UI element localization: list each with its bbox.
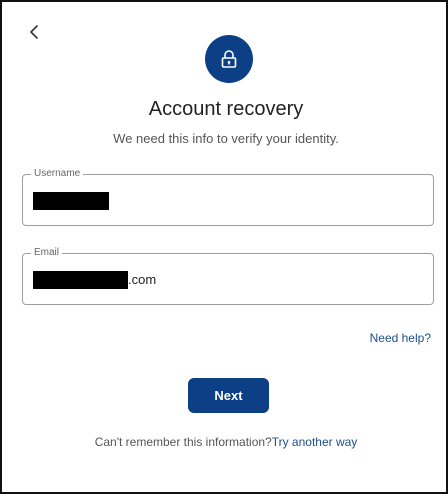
page-title: Account recovery [148,98,304,120]
lock-icon [221,50,237,68]
back-button[interactable] [24,20,44,44]
chevron-left-icon [30,25,38,39]
email-value-suffix: .com [128,271,157,287]
email-field[interactable]: Email .com [22,246,434,305]
email-redaction [33,270,128,289]
try-another-way-link[interactable]: Try another way [272,435,358,449]
next-button[interactable]: Next [188,378,269,413]
username-value[interactable] [33,191,109,210]
account-recovery-panel: Account recovery We need this info to ve… [0,0,448,494]
username-field[interactable]: Username [22,167,434,226]
username-redaction [33,191,109,210]
lock-badge [205,35,253,83]
alternate-recovery-row: Can't remember this information?Try anot… [2,434,448,450]
need-help-link[interactable]: Need help? [370,330,431,346]
alternate-recovery-prompt: Can't remember this information? [94,435,272,449]
page-subtitle: We need this info to verify your identit… [113,131,339,146]
username-label: Username [31,167,84,181]
email-value[interactable]: .com [33,270,156,289]
email-label: Email [31,246,63,260]
